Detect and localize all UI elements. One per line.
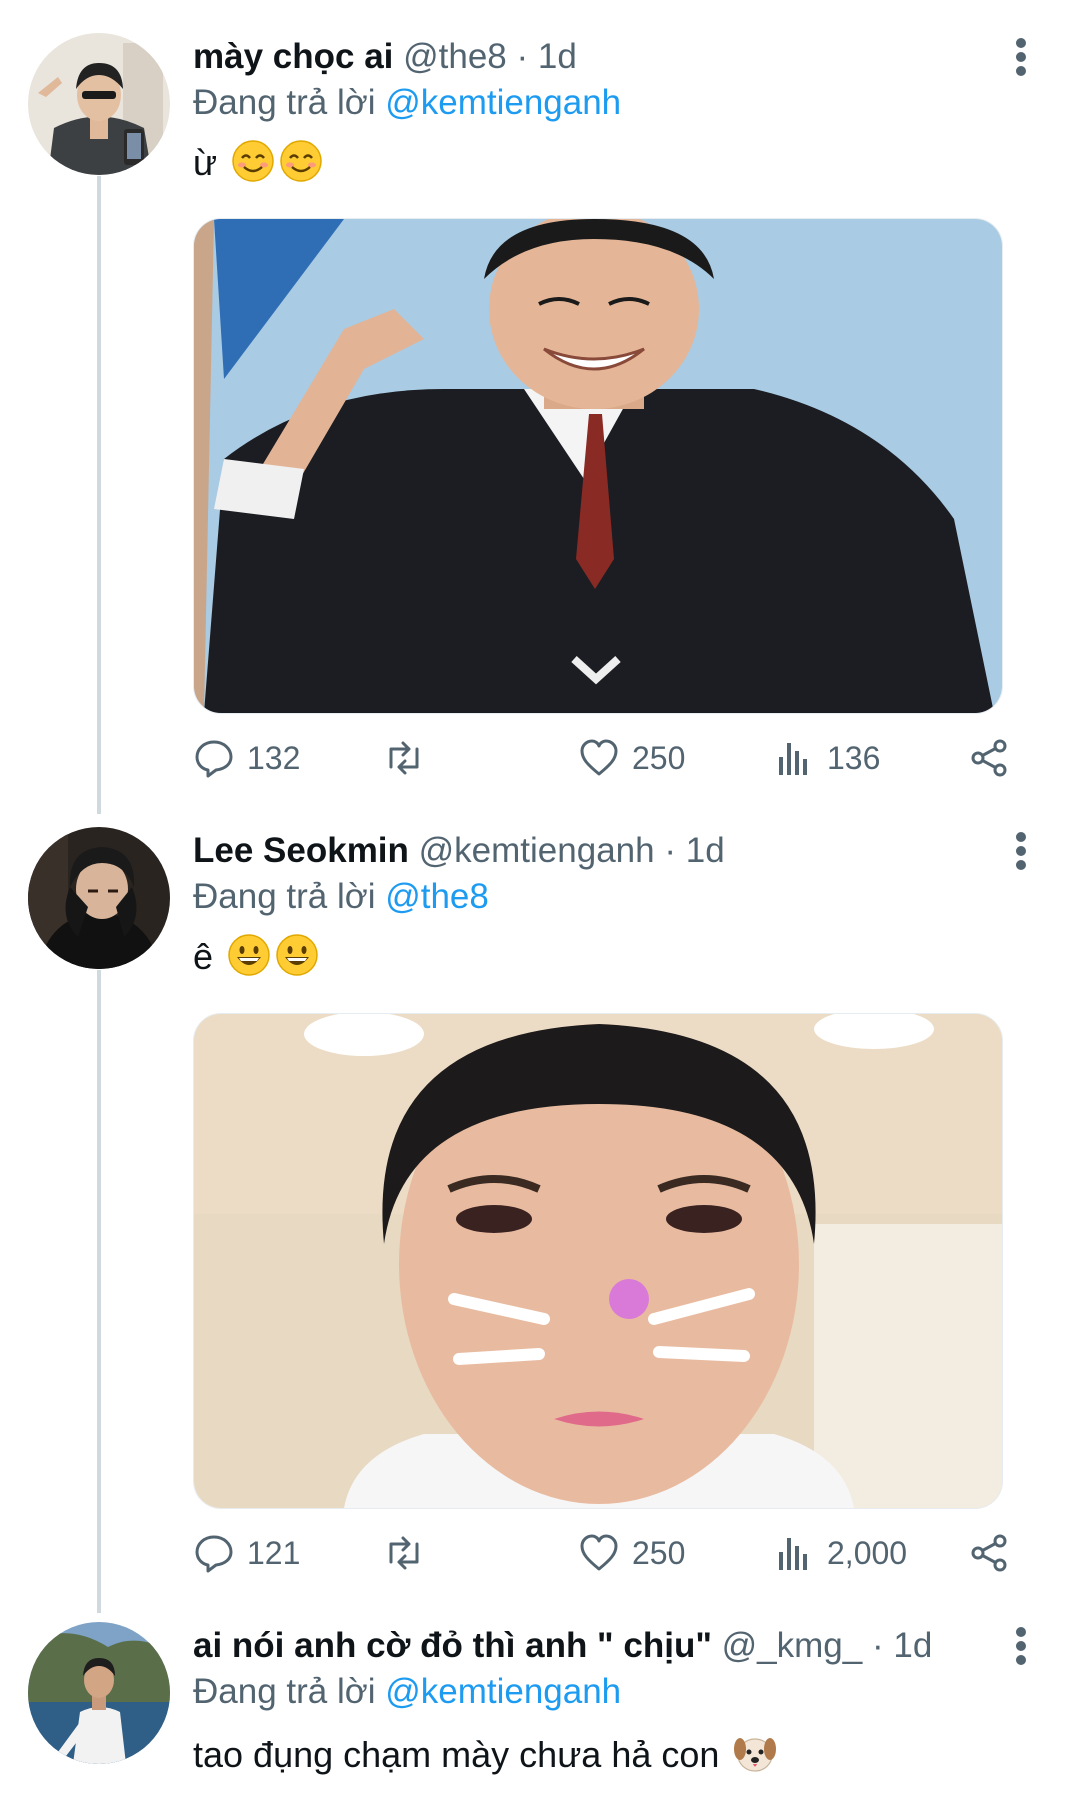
separator: · [871,1626,884,1665]
avatar[interactable] [28,827,170,969]
share-button[interactable] [968,1527,1010,1579]
tweet-text-content: ê [193,936,214,977]
reply-context: Đang trả lời @the8 [193,874,489,920]
more-options-icon[interactable] [1003,1622,1039,1670]
reply-prefix: Đang trả lời [193,877,376,916]
retweet-button[interactable] [383,1527,437,1579]
share-button[interactable] [968,732,1010,784]
user-handle[interactable]: @the8 [403,37,507,76]
separator: · [664,831,676,870]
reply-context: Đang trả lời @kemtienganh [193,80,621,126]
tweet-media-image[interactable] [193,218,1003,714]
views-button[interactable]: 2,000 [773,1527,907,1579]
tweet-text-content: tao đụng chạm mày chưa hả con [193,1734,720,1775]
grinning-face-icon [227,933,271,977]
tweet-actions: 121 250 2,000 [193,1527,1080,1579]
reply-prefix: Đang trả lời [193,83,376,122]
smiling-face-icon [231,139,275,183]
like-count: 250 [632,739,686,776]
more-options-icon[interactable] [1003,827,1039,875]
thread-line [97,970,101,1613]
tweet-actions: 132 250 136 [193,732,1080,784]
tweet-text: ừ [193,138,323,188]
reply-context: Đang trả lời @kemtienganh [193,1669,621,1715]
reply-mention-link[interactable]: @the8 [385,877,489,916]
reply-mention-link[interactable]: @kemtienganh [385,1672,621,1711]
view-count: 2,000 [827,1534,908,1571]
retweet-button[interactable] [383,732,437,784]
display-name[interactable]: mày chọc ai [193,37,393,76]
timestamp[interactable]: 1d [893,1626,932,1665]
user-handle[interactable]: @_kmg_ [722,1626,863,1665]
views-button[interactable]: 136 [773,732,880,784]
reply-count: 132 [247,739,301,776]
tweet-header: Lee Seokmin @kemtienganh · 1d [193,827,990,875]
reply-button[interactable]: 121 [193,1527,300,1579]
tweet-text: ê [193,932,319,982]
reply-button[interactable]: 132 [193,732,300,784]
smiling-face-icon [279,139,323,183]
display-name[interactable]: ai nói anh cờ đỏ thì anh " chịu" [193,1626,712,1665]
timestamp[interactable]: 1d [686,831,725,870]
user-handle[interactable]: @kemtienganh [419,831,655,870]
tweet-text: tao đụng chạm mày chưa hả con [193,1730,777,1780]
separator: · [516,37,529,76]
view-count: 136 [827,739,881,776]
more-options-icon[interactable] [1003,33,1039,81]
like-button[interactable]: 250 [578,1527,685,1579]
reply-prefix: Đang trả lời [193,1672,376,1711]
like-button[interactable]: 250 [578,732,685,784]
thread-line [97,176,101,814]
tweet-header: ai nói anh cờ đỏ thì anh " chịu" @_kmg_ … [193,1622,990,1670]
grinning-face-icon [275,933,319,977]
dog-face-icon [733,1731,777,1775]
avatar[interactable] [28,33,170,175]
reply-mention-link[interactable]: @kemtienganh [385,83,621,122]
reply-count: 121 [247,1534,301,1571]
tweet-header: mày chọc ai @the8 · 1d [193,33,990,81]
timestamp[interactable]: 1d [538,37,577,76]
avatar[interactable] [28,1622,170,1764]
tweet-media-image[interactable] [193,1013,1003,1509]
like-count: 250 [632,1534,686,1571]
display-name[interactable]: Lee Seokmin [193,831,409,870]
tweet-text-content: ừ [193,142,218,183]
